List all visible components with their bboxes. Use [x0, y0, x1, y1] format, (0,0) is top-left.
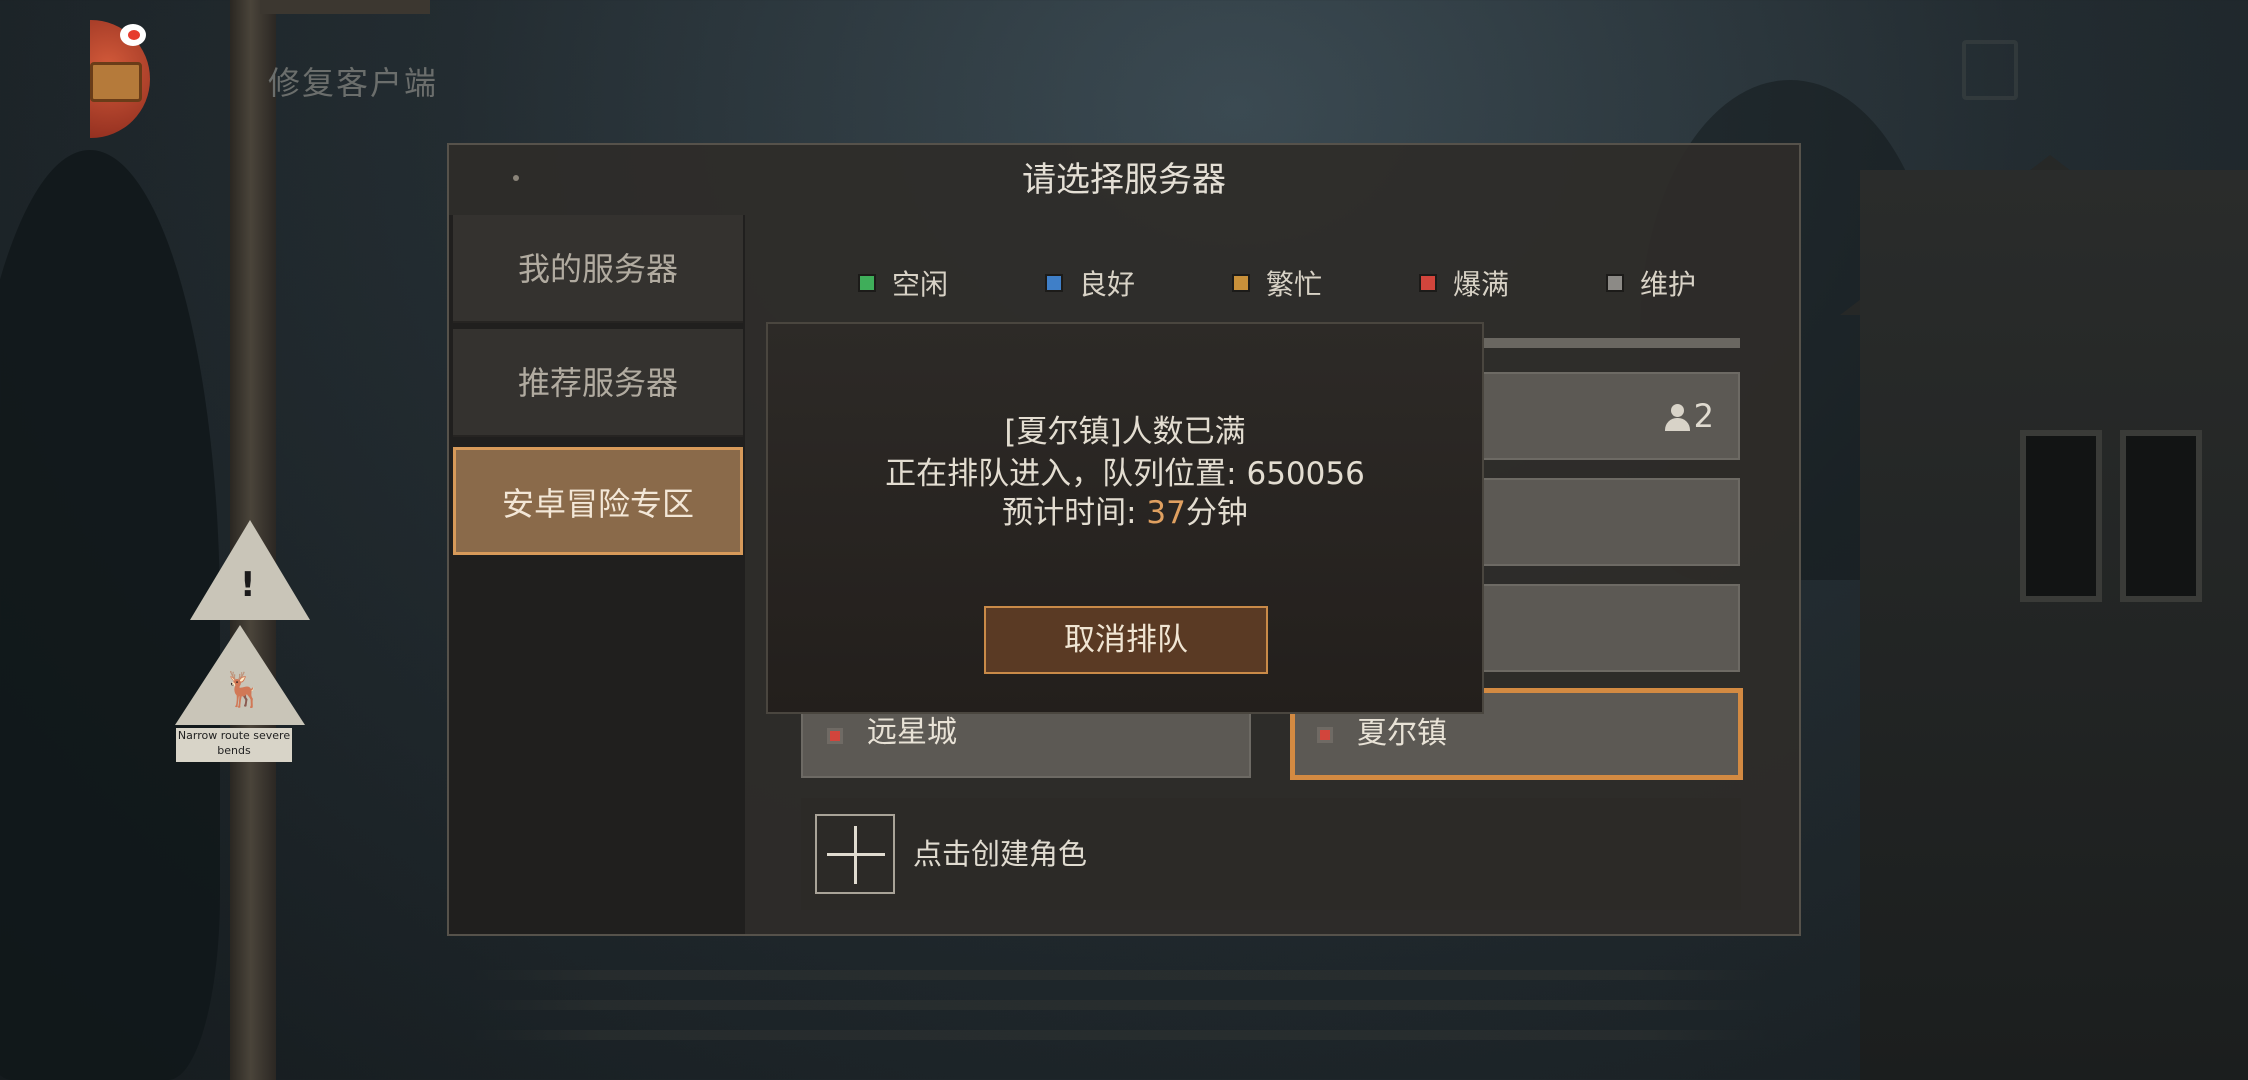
plus-icon[interactable]: [815, 814, 895, 894]
house-window: [2020, 430, 2102, 602]
create-role-row[interactable]: 点击创建角色: [801, 798, 1741, 910]
create-role-label: 点击创建角色: [913, 837, 1088, 871]
server-category-sidebar: 我的服务器 推荐服务器 安卓冒险专区: [449, 215, 745, 934]
footer-line: [470, 1000, 1770, 1010]
deer-icon: 🦌: [222, 670, 265, 710]
good-swatch: [1045, 274, 1063, 292]
background-house: [1860, 170, 2248, 1080]
player-count: 2: [1664, 374, 1714, 458]
dialog-title: 请选择服务器: [1022, 160, 1226, 200]
queue-popup: [夏尔镇]人数已满 正在排队进入，队列位置: 650056 预计时间: 37分钟…: [766, 322, 1484, 714]
legend-label: 爆满: [1453, 268, 1510, 301]
maintenance-swatch: [1606, 274, 1624, 292]
repair-client-link[interactable]: 修复客户端: [268, 58, 438, 104]
estimated-time-suffix: 分钟: [1185, 495, 1248, 531]
legend-item-full: 爆满: [1419, 263, 1509, 303]
cancel-queue-button[interactable]: 取消排队: [984, 606, 1268, 674]
utility-pole-crossbar: [260, 0, 430, 14]
footer-line: [470, 970, 1770, 980]
treasure-chest-icon[interactable]: [90, 20, 150, 138]
status-full-indicator: [1317, 727, 1333, 743]
legend-label: 空闲: [892, 268, 949, 301]
legend-item-busy: 繁忙: [1232, 263, 1322, 303]
exclamation-icon: !: [240, 565, 256, 605]
full-swatch: [1419, 274, 1437, 292]
house-window: [2120, 430, 2202, 602]
chest-shape: [90, 62, 142, 102]
player-count-value: 2: [1693, 397, 1714, 435]
idle-swatch: [858, 274, 876, 292]
legend-label: 维护: [1640, 268, 1697, 301]
busy-swatch: [1232, 274, 1250, 292]
person-icon: [1664, 404, 1690, 432]
background-tree: [0, 150, 220, 1080]
notification-badge-icon: [120, 24, 146, 46]
server-full-message: [夏尔镇]人数已满: [1004, 414, 1246, 450]
legend-label: 良好: [1079, 268, 1136, 301]
tab-recommended-servers[interactable]: 推荐服务器: [453, 329, 743, 437]
legend-item-idle: 空闲: [858, 263, 948, 303]
status-full-indicator: [827, 728, 843, 744]
square-icon[interactable]: [1962, 40, 2018, 100]
legend-label: 繁忙: [1266, 268, 1323, 301]
tab-my-servers[interactable]: 我的服务器: [453, 215, 743, 323]
estimated-minutes: 37: [1146, 495, 1186, 531]
estimated-time: 预计时间: 37分钟: [768, 487, 1482, 532]
estimated-time-prefix: 预计时间:: [1002, 495, 1147, 531]
license-footer: [470, 960, 1770, 1040]
legend-item-maintenance: 维护: [1606, 263, 1696, 303]
tab-android-adventure[interactable]: 安卓冒险专区: [453, 447, 743, 555]
road-sign-plate: Narrow route severe bends: [176, 728, 292, 762]
legend-item-good: 良好: [1045, 263, 1135, 303]
footer-line: [470, 1030, 1770, 1040]
